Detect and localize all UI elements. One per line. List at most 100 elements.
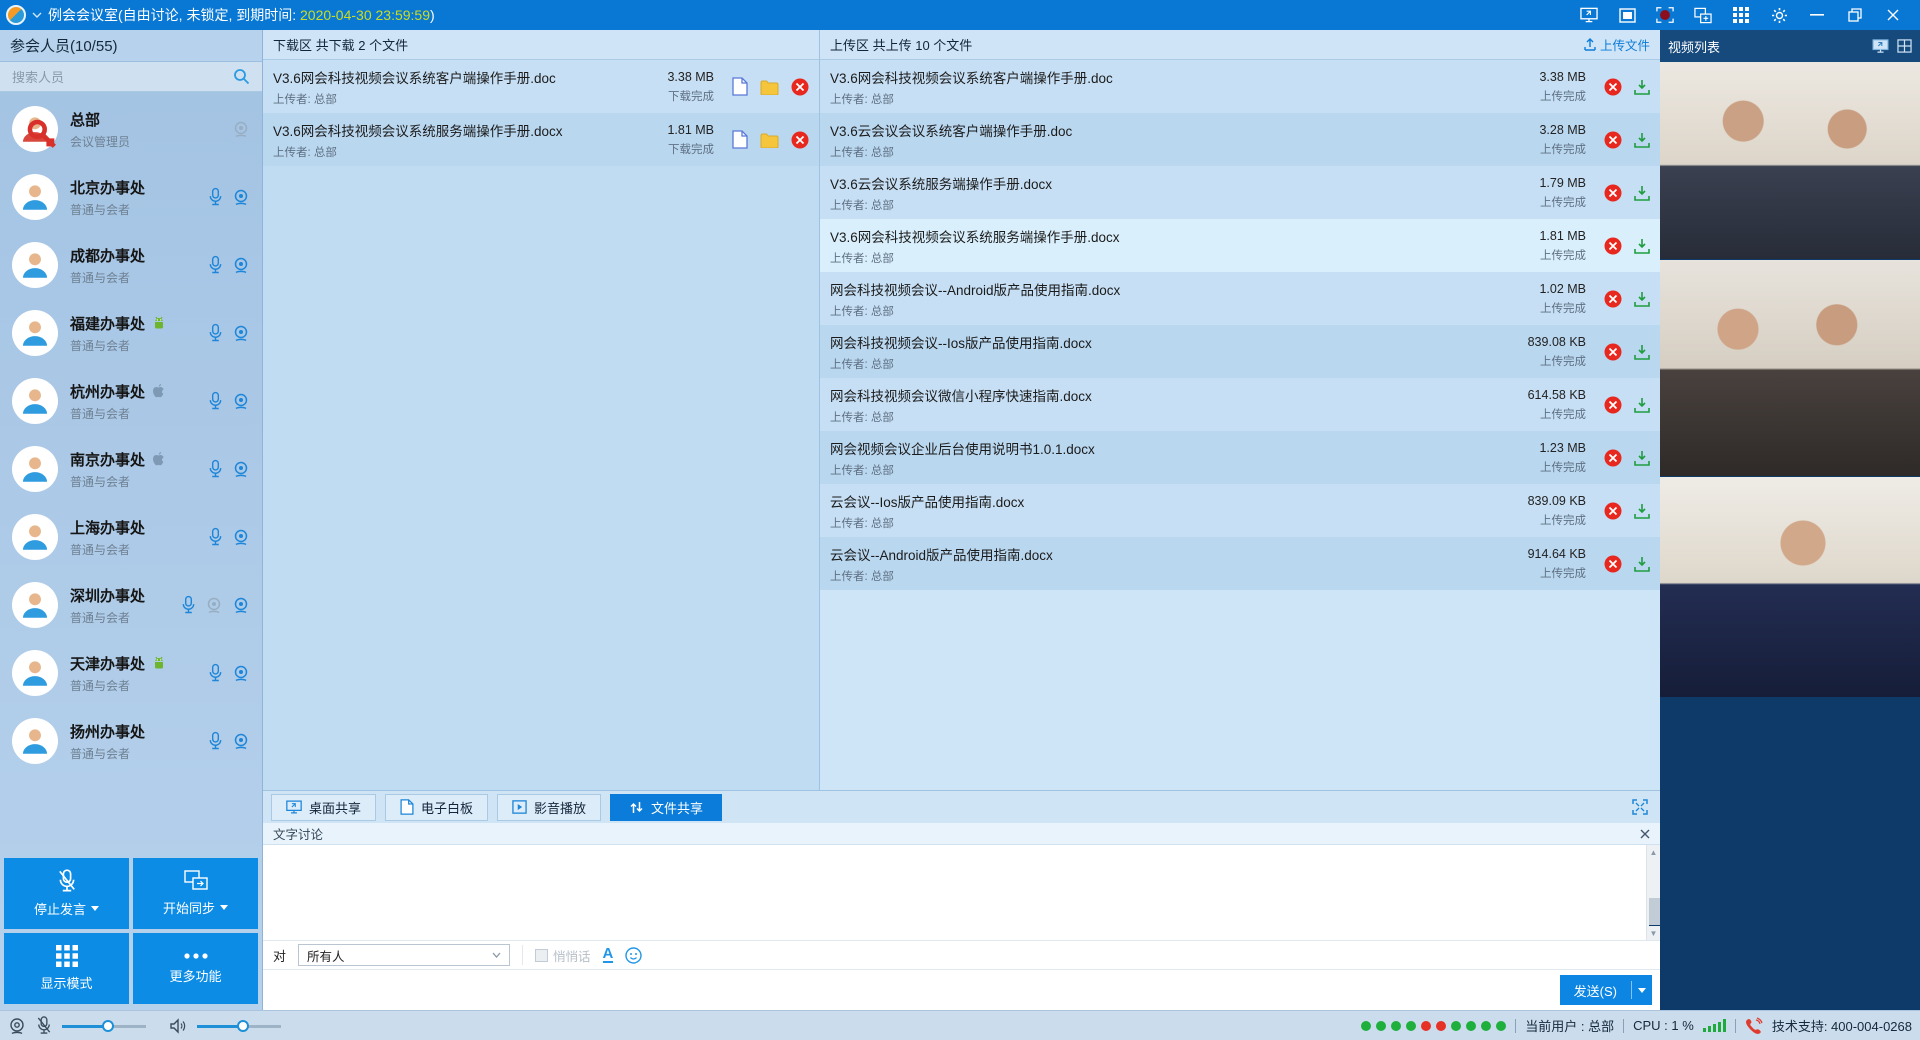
download-file-icon[interactable] (1634, 397, 1650, 413)
checkbox-icon[interactable] (535, 949, 548, 962)
recipient-select[interactable]: 所有人 (298, 944, 510, 966)
speaker-volume-slider[interactable] (197, 1019, 281, 1033)
open-folder-icon[interactable] (760, 132, 779, 148)
speaker-icon[interactable] (170, 1018, 187, 1034)
download-file-icon[interactable] (1634, 238, 1650, 254)
delete-file-icon[interactable] (1604, 555, 1622, 573)
delete-file-icon[interactable] (791, 131, 809, 149)
message-input[interactable] (263, 970, 1660, 1010)
title-chevron-icon[interactable] (32, 11, 42, 19)
video-device-icon[interactable] (1872, 39, 1889, 53)
participant-row[interactable]: 杭州办事处 普通与会者 (0, 367, 262, 435)
download-file-icon[interactable] (1634, 79, 1650, 95)
delete-file-icon[interactable] (791, 78, 809, 96)
participant-row[interactable]: 北京办事处 普通与会者 (0, 163, 262, 231)
close-button[interactable] (1884, 6, 1902, 24)
open-folder-icon[interactable] (760, 79, 779, 95)
send-options-icon[interactable] (1632, 988, 1652, 993)
camera-icon[interactable] (232, 460, 250, 478)
layout-grid-icon[interactable] (1732, 6, 1750, 24)
upload-file-row[interactable]: V3.6云会议系统服务端操作手册.docx 上传者: 总部 1.79 MB 上传… (820, 166, 1660, 219)
tab-whiteboard[interactable]: 电子白板 (385, 794, 488, 821)
mic-muted-icon[interactable] (36, 1016, 52, 1035)
camera-icon[interactable] (232, 596, 250, 614)
download-file-row[interactable]: V3.6网会科技视频会议系统客户端操作手册.doc 上传者: 总部 3.38 M… (263, 60, 819, 113)
mic-icon[interactable] (208, 459, 223, 479)
search-input[interactable]: 搜索人员 (0, 62, 262, 92)
upload-file-button[interactable]: 上传文件 (1584, 35, 1650, 54)
scroll-up-icon[interactable]: ▲ (1647, 845, 1660, 859)
participant-row[interactable]: 南京办事处 普通与会者 (0, 435, 262, 503)
upload-file-row[interactable]: 网会视频会议企业后台使用说明书1.0.1.docx 上传者: 总部 1.23 M… (820, 431, 1660, 484)
mic-volume-slider[interactable] (62, 1019, 146, 1033)
download-file-icon[interactable] (1634, 450, 1650, 466)
mic-icon[interactable] (208, 731, 223, 751)
window-mode-icon[interactable] (1618, 6, 1636, 24)
multi-screen-icon[interactable] (1694, 6, 1712, 24)
restore-button[interactable] (1846, 6, 1864, 24)
upload-file-row[interactable]: V3.6网会科技视频会议系统客户端操作手册.doc 上传者: 总部 3.38 M… (820, 60, 1660, 113)
whisper-checkbox[interactable]: 悄悄话 (535, 946, 591, 965)
download-file-icon[interactable] (1634, 556, 1650, 572)
camera-icon[interactable] (232, 528, 250, 546)
participant-row[interactable]: 上海办事处 普通与会者 (0, 503, 262, 571)
mic-icon[interactable] (208, 663, 223, 683)
upload-file-row[interactable]: V3.6云会议会议系统客户端操作手册.doc 上传者: 总部 3.28 MB 上… (820, 113, 1660, 166)
upload-file-row[interactable]: 网会科技视频会议--Ios版产品使用指南.docx 上传者: 总部 839.08… (820, 325, 1660, 378)
participant-row[interactable]: 成都办事处 普通与会者 (0, 231, 262, 299)
camera-icon[interactable] (232, 732, 250, 750)
emoji-icon[interactable] (625, 947, 642, 964)
delete-file-icon[interactable] (1604, 396, 1622, 414)
delete-file-icon[interactable] (1604, 449, 1622, 467)
camera-disabled-icon[interactable] (205, 596, 223, 614)
download-file-row[interactable]: V3.6网会科技视频会议系统服务端操作手册.docx 上传者: 总部 1.81 … (263, 113, 819, 166)
tab-file-share[interactable]: 文件共享 (610, 794, 722, 821)
expand-panel-icon[interactable] (1632, 799, 1648, 815)
delete-file-icon[interactable] (1604, 184, 1622, 202)
video-layout-icon[interactable] (1897, 39, 1912, 53)
download-file-icon[interactable] (1634, 503, 1650, 519)
participant-row[interactable]: 深圳办事处 普通与会者 (0, 571, 262, 639)
open-file-icon[interactable] (732, 77, 748, 96)
upload-file-row[interactable]: V3.6网会科技视频会议系统服务端操作手册.docx 上传者: 总部 1.81 … (820, 219, 1660, 272)
scroll-down-icon[interactable]: ▼ (1647, 926, 1660, 940)
download-file-icon[interactable] (1634, 132, 1650, 148)
camera-icon[interactable] (232, 664, 250, 682)
more-functions-button[interactable]: 更多功能 (133, 933, 258, 1004)
send-button[interactable]: 发送(S) (1560, 975, 1652, 1005)
download-file-icon[interactable] (1634, 185, 1650, 201)
tab-media-play[interactable]: 影音播放 (497, 794, 601, 821)
camera-icon[interactable] (232, 188, 250, 206)
start-sync-button[interactable]: 开始同步 (133, 858, 258, 929)
font-style-icon[interactable]: A (603, 947, 614, 963)
mic-icon[interactable] (181, 595, 196, 615)
mic-icon[interactable] (208, 323, 223, 343)
mic-icon[interactable] (208, 255, 223, 275)
participant-row[interactable]: 天津办事处 普通与会者 (0, 639, 262, 707)
participant-row[interactable]: 总部 会议管理员 (0, 95, 262, 163)
delete-file-icon[interactable] (1604, 131, 1622, 149)
camera-icon[interactable] (232, 392, 250, 410)
participant-row[interactable]: 福建办事处 普通与会者 (0, 299, 262, 367)
upload-file-row[interactable]: 网会科技视频会议微信小程序快速指南.docx 上传者: 总部 614.58 KB… (820, 378, 1660, 431)
delete-file-icon[interactable] (1604, 78, 1622, 96)
minimize-button[interactable] (1808, 6, 1826, 24)
mic-icon[interactable] (208, 527, 223, 547)
upload-file-row[interactable]: 云会议--Ios版产品使用指南.docx 上传者: 总部 839.09 KB 上… (820, 484, 1660, 537)
upload-file-row[interactable]: 云会议--Android版产品使用指南.docx 上传者: 总部 914.64 … (820, 537, 1660, 590)
camera-disabled-icon[interactable] (232, 120, 250, 138)
search-icon[interactable] (233, 68, 250, 85)
open-file-icon[interactable] (732, 130, 748, 149)
download-file-icon[interactable] (1634, 344, 1650, 360)
camera-icon[interactable] (232, 256, 250, 274)
camera-icon[interactable] (232, 324, 250, 342)
stop-speaking-button[interactable]: 停止发言 (4, 858, 129, 929)
video-thumbnail-3[interactable] (1660, 477, 1920, 698)
mic-icon[interactable] (208, 391, 223, 411)
screen-share-icon[interactable] (1580, 6, 1598, 24)
chat-close-icon[interactable] (1640, 829, 1650, 839)
mic-icon[interactable] (208, 187, 223, 207)
delete-file-icon[interactable] (1604, 290, 1622, 308)
chat-scrollbar[interactable]: ▲ ▼ (1646, 845, 1660, 940)
download-file-icon[interactable] (1634, 291, 1650, 307)
